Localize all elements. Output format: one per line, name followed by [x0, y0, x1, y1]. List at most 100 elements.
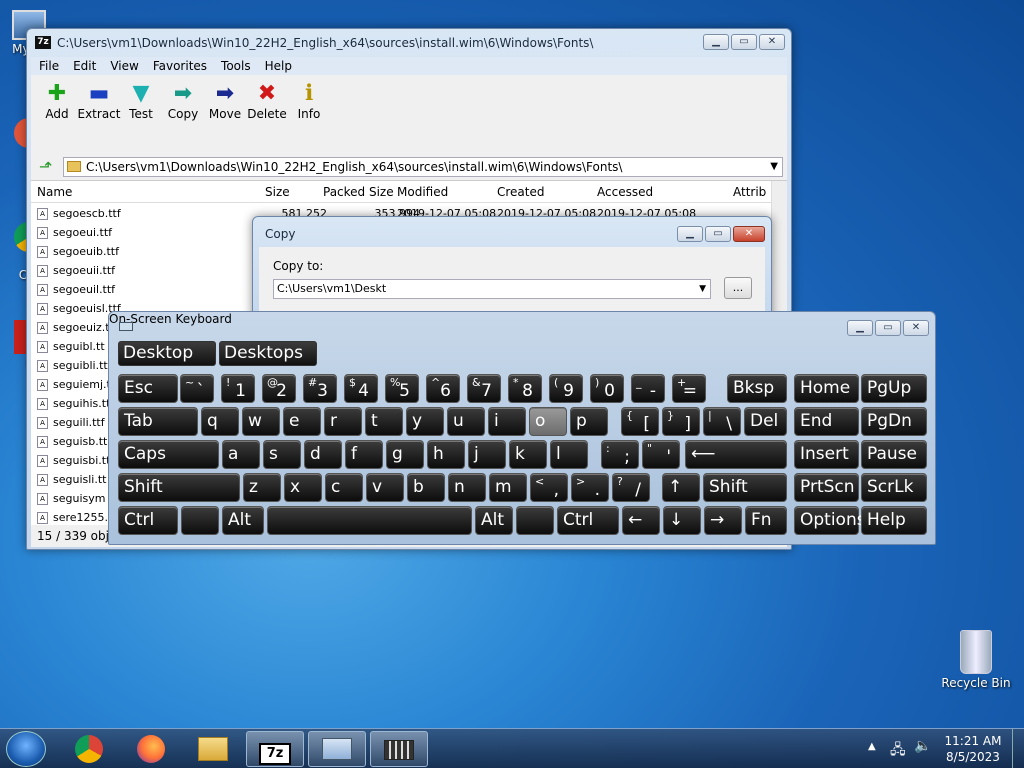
key-esc[interactable]: Esc: [118, 374, 178, 403]
key-pgup[interactable]: PgUp: [861, 374, 927, 403]
key-q[interactable]: q: [201, 407, 239, 436]
key-a[interactable]: a: [222, 440, 260, 469]
key-4[interactable]: $4: [344, 374, 378, 403]
menu-help[interactable]: Help: [265, 57, 292, 75]
key-s[interactable]: s: [263, 440, 301, 469]
key-fn[interactable]: Fn: [745, 506, 787, 535]
col-created[interactable]: Created: [497, 185, 545, 199]
key-n[interactable]: n: [448, 473, 486, 502]
show-desktop-button[interactable]: [1012, 729, 1024, 768]
col-size[interactable]: Size: [265, 185, 290, 199]
osk-maximize-button[interactable]: ▭: [875, 320, 901, 336]
delete-button[interactable]: ✖ Delete: [245, 81, 289, 121]
key-down[interactable]: ↓: [663, 506, 701, 535]
key-w[interactable]: w: [242, 407, 280, 436]
key-punct-b1[interactable]: >.: [571, 473, 609, 502]
key-6[interactable]: ^ 6: [426, 374, 460, 403]
move-button[interactable]: ➡ Move: [203, 81, 247, 121]
close-button[interactable]: ✕: [759, 34, 785, 50]
osk-minimize-button[interactable]: ▁: [847, 320, 873, 336]
browse-button[interactable]: ...: [724, 277, 752, 299]
key-caps[interactable]: Caps: [118, 440, 219, 469]
key-j[interactable]: j: [468, 440, 506, 469]
key-shift-left[interactable]: Shift: [118, 473, 240, 502]
key-1[interactable]: ! 1: [221, 374, 255, 403]
key-left[interactable]: ←: [622, 506, 660, 535]
key-z[interactable]: z: [243, 473, 281, 502]
key-r[interactable]: r: [324, 407, 362, 436]
copy-close-button[interactable]: ✕: [733, 226, 765, 242]
menu-favorites[interactable]: Favorites: [153, 57, 207, 75]
key-bracket-1[interactable]: }]: [662, 407, 700, 436]
key-pause[interactable]: Pause: [861, 440, 927, 469]
key-m[interactable]: m: [489, 473, 527, 502]
start-button[interactable]: [6, 731, 46, 767]
key-tab[interactable]: Tab: [118, 407, 198, 436]
add-button[interactable]: ✚ Add: [35, 81, 79, 121]
key-help[interactable]: Help: [861, 506, 927, 535]
key-v[interactable]: v: [366, 473, 404, 502]
key-ctrl-right[interactable]: Ctrl: [557, 506, 619, 535]
taskbar-chrome[interactable]: [60, 731, 118, 767]
chevron-down-icon[interactable]: ▼: [770, 158, 778, 176]
key-pgdn[interactable]: PgDn: [861, 407, 927, 436]
key-punct-1[interactable]: " ': [642, 440, 680, 469]
minimize-button[interactable]: ▁: [703, 34, 729, 50]
key-c[interactable]: c: [325, 473, 363, 502]
key-space[interactable]: [267, 506, 472, 535]
info-button[interactable]: ℹ Info: [287, 81, 331, 121]
maximize-button[interactable]: ▭: [731, 34, 757, 50]
key-3[interactable]: #3: [303, 374, 337, 403]
copy-button[interactable]: ➡ Copy: [161, 81, 205, 121]
taskbar-osk[interactable]: [370, 731, 428, 767]
key-`[interactable]: ~ `: [180, 374, 214, 403]
key-bksp[interactable]: Bksp: [727, 374, 787, 403]
key-2[interactable]: @2: [262, 374, 296, 403]
key-win[interactable]: [181, 506, 219, 535]
key-insert[interactable]: Insert: [794, 440, 859, 469]
col-packed-size[interactable]: Packed Size: [323, 185, 394, 199]
copy-to-input[interactable]: C:\Users\vm1\Deskt ▼: [273, 279, 711, 299]
key-home[interactable]: Home: [794, 374, 859, 403]
key-alt-right[interactable]: Alt: [475, 506, 513, 535]
clock[interactable]: 11:21 AM 8/5/2023: [942, 733, 1004, 765]
key-0[interactable]: ) 0: [590, 374, 624, 403]
key-g[interactable]: g: [386, 440, 424, 469]
taskbar-firefox[interactable]: [122, 731, 180, 767]
volume-icon[interactable]: 🔈: [914, 738, 931, 754]
key-f[interactable]: f: [345, 440, 383, 469]
key-u[interactable]: u: [447, 407, 485, 436]
taskbar-explorer[interactable]: [184, 731, 242, 767]
suggestion-desktop[interactable]: Desktop: [118, 341, 216, 366]
menu-tools[interactable]: Tools: [221, 57, 251, 75]
col-attrib[interactable]: Attrib: [733, 185, 766, 199]
key-bracket-0[interactable]: {[: [621, 407, 659, 436]
col-modified[interactable]: Modified: [397, 185, 448, 199]
key-bracket-2[interactable]: | \: [703, 407, 741, 436]
key-e[interactable]: e: [283, 407, 321, 436]
col-name[interactable]: Name: [37, 185, 72, 199]
key-h[interactable]: h: [427, 440, 465, 469]
key-punct-0[interactable]: :;: [601, 440, 639, 469]
key-y[interactable]: y: [406, 407, 444, 436]
extract-button[interactable]: ▬ Extract: [77, 81, 121, 121]
key-shift-right[interactable]: Shift: [703, 473, 787, 502]
suggestion-desktops[interactable]: Desktops: [219, 341, 317, 366]
key-p[interactable]: p: [570, 407, 608, 436]
recycle-bin[interactable]: Recycle Bin: [940, 630, 1012, 690]
key-b[interactable]: b: [407, 473, 445, 502]
key-prtscn[interactable]: PrtScn: [794, 473, 859, 502]
key-7[interactable]: & 7: [467, 374, 501, 403]
taskbar-copy-window[interactable]: [308, 731, 366, 767]
key-k[interactable]: k: [509, 440, 547, 469]
taskbar-7zip[interactable]: 7z: [246, 731, 304, 767]
key-i[interactable]: i: [488, 407, 526, 436]
key-9[interactable]: (9: [549, 374, 583, 403]
key-=[interactable]: + =: [672, 374, 706, 403]
key-del[interactable]: Del: [744, 407, 787, 436]
up-folder-icon[interactable]: ⬏: [39, 157, 52, 176]
test-button[interactable]: ▼ Test: [119, 81, 163, 121]
key-8[interactable]: * 8: [508, 374, 542, 403]
col-accessed[interactable]: Accessed: [597, 185, 653, 199]
key-punct-b2[interactable]: ? /: [612, 473, 650, 502]
